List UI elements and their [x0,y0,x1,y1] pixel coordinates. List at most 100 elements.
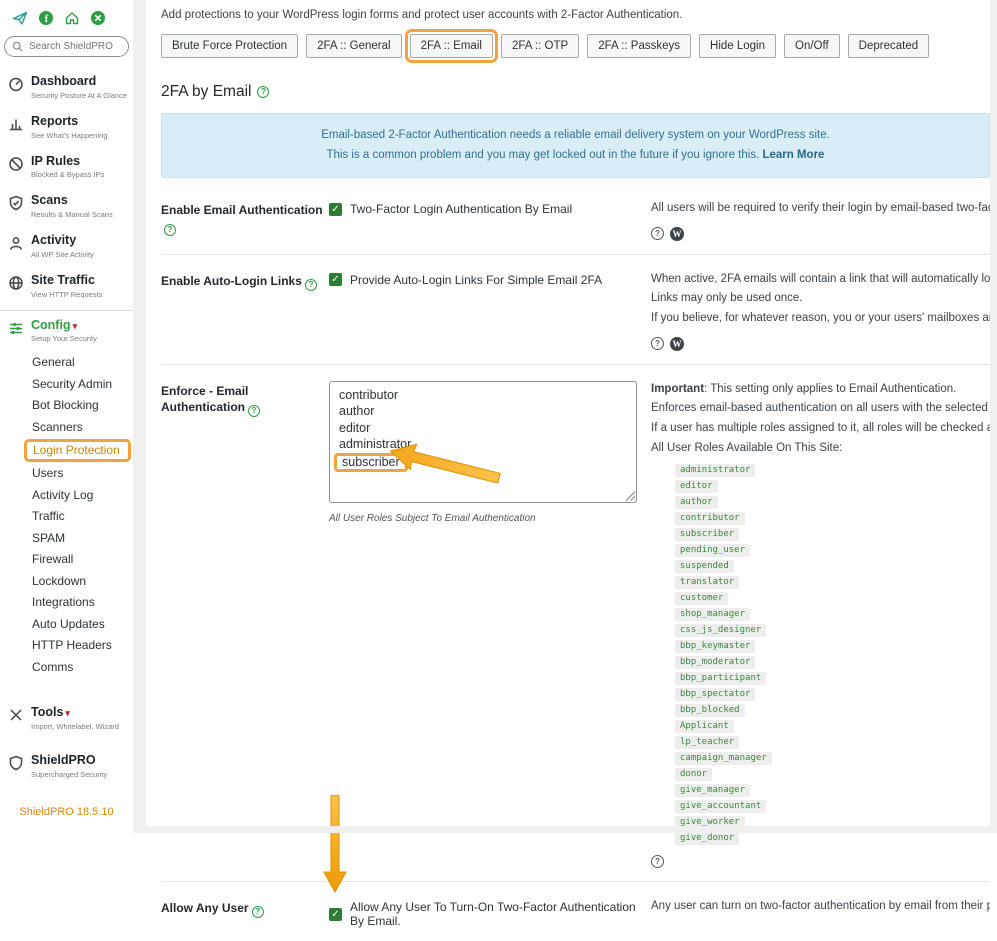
tab[interactable]: 2FA :: Passkeys [587,34,692,58]
question-icon[interactable]: ? [651,855,664,869]
config-submenu: General Security Admin Bot Blocking Scanner… [0,350,133,686]
select-option[interactable]: author [339,403,627,420]
role-badge-row: give_accountant [675,799,990,814]
config-submenu-item[interactable]: Login Protection [24,439,131,463]
tab[interactable]: On/Off [784,34,840,58]
facebook-icon[interactable]: f [38,10,54,26]
tab[interactable]: Brute Force Protection [161,34,299,58]
role-badge: contributor [675,511,745,526]
role-badge: bbp_blocked [675,703,745,718]
role-badge: bbp_keymaster [675,639,756,654]
sidebar-item-tools[interactable]: Tools ▾ Import, Whitelabel, Wizard [0,698,133,738]
sidebar-item-dashboard[interactable]: Dashboard Security Posture At A Glance [0,67,133,107]
config-submenu-item[interactable]: Security Admin [32,374,133,396]
checkbox-allow-any[interactable]: ✓ [329,907,342,921]
globe-icon [8,275,24,291]
tab[interactable]: Hide Login [699,34,776,58]
question-icon[interactable]: ? [651,227,664,241]
sidebar-item-site-traffic[interactable]: Site Traffic View HTTP Requests [0,266,133,306]
help-icon[interactable]: ? [304,278,317,291]
config-submenu-item[interactable]: Bot Blocking [32,395,133,417]
ban-icon [8,156,24,172]
version-link[interactable]: ShieldPRO 18.5.10 [0,806,133,818]
role-badge-row: give_manager [675,783,990,798]
search-input[interactable] [27,40,121,53]
config-submenu-item[interactable]: Traffic [32,506,133,528]
select-option[interactable]: editor [339,420,627,437]
role-badge: editor [675,479,718,494]
send-icon[interactable] [12,10,28,26]
role-badge: administrator [675,463,756,478]
caret-down-icon: ▾ [72,320,78,331]
sidebar-item-subtitle: See What's Happening [31,130,108,140]
sidebar-item-scans[interactable]: Scans Results & Manual Scans [0,186,133,226]
tab[interactable]: Deprecated [847,34,930,58]
role-badge: suspended [675,559,734,574]
page-title: 2FA by Email ? [161,83,990,101]
config-submenu-item[interactable]: HTTP Headers [32,635,133,657]
sidebar-item-shieldpro[interactable]: ShieldPRO Supercharged Security [0,746,133,786]
tab[interactable]: 2FA :: Email [404,29,498,63]
info-banner: Email-based 2-Factor Authentication need… [161,113,990,179]
role-badge-row: suspended [675,559,990,574]
help-icon[interactable]: ? [248,404,260,417]
help-text: All User Roles Available On This Site: [651,441,843,454]
wordpress-icon[interactable]: W [670,226,684,241]
tab[interactable]: 2FA :: General [306,34,402,58]
user-icon [8,235,24,251]
sidebar-item-config[interactable]: Config ▾ Setup Your Security [0,309,133,351]
config-submenu-item[interactable]: Integrations [32,592,133,614]
config-submenu-item[interactable]: Users [32,463,133,485]
learn-more-link[interactable]: Learn More [762,149,824,161]
sidebar: f Dashboard Security Posture At A Glance… [0,0,133,833]
role-badge: author [675,495,718,510]
chart-icon [8,116,24,132]
help-icon[interactable]: ? [164,224,176,237]
sidebar-top-icons: f [0,6,133,34]
help-text: Links may only be used once. [651,292,803,305]
select-option-label: editor [339,420,371,435]
role-badge: translator [675,575,740,590]
config-submenu-item[interactable]: Firewall [32,549,133,571]
setting-row-allow-any: Allow Any User? ✓ Allow Any User To Turn… [161,795,990,941]
sidebar-item-subtitle: Supercharged Security [31,769,108,779]
select-option[interactable]: subscriber [334,452,627,472]
role-badge-row: subscriber [675,527,990,542]
resize-grip[interactable] [624,489,635,501]
roles-multiselect[interactable]: contributor author editor administrator subs… [329,380,637,503]
role-badge: give_manager [675,783,751,798]
checkbox-auto-login[interactable]: ✓ [329,273,342,287]
banner-line1: Email-based 2-Factor Authentication need… [321,129,830,141]
sidebar-item-reports[interactable]: Reports See What's Happening [0,107,133,147]
role-badge: lp_teacher [675,735,740,750]
select-option-label: contributor [339,387,399,402]
role-badge: bbp_participant [675,671,767,686]
config-submenu-item[interactable]: Activity Log [32,485,133,507]
tab[interactable]: 2FA :: OTP [500,34,580,58]
sidebar-item-subtitle: Results & Manual Scans [31,210,113,219]
select-option[interactable]: administrator [339,436,627,453]
config-submenu-item[interactable]: SPAM [32,528,133,550]
main-content: Add protections to your WordPress login … [146,0,990,928]
sidebar-item-ip-rules[interactable]: IP Rules Blocked & Bypass IPs [0,147,133,187]
role-badge: give_donor [675,831,740,846]
role-badge-row: bbp_moderator [675,655,990,670]
dismiss-icon[interactable] [90,10,106,26]
gauge-icon [8,76,24,92]
home-icon[interactable] [64,10,80,26]
select-caption: All User Roles Subject To Email Authenti… [329,512,536,524]
sidebar-item-activity[interactable]: Activity All WP Site Activity [0,226,133,266]
config-submenu-item[interactable]: Lockdown [32,571,133,593]
select-option-label: author [339,404,375,419]
config-submenu-item[interactable]: General [32,352,133,374]
config-submenu-item[interactable]: Scanners [32,417,133,439]
help-icon[interactable]: ? [257,86,270,98]
help-icon[interactable]: ? [251,906,264,919]
role-badge-row: bbp_spectator [675,687,990,702]
question-icon[interactable]: ? [651,337,664,351]
config-submenu-item[interactable]: Comms [32,657,133,679]
checkbox-enable-email[interactable]: ✓ [329,202,342,216]
wordpress-icon[interactable]: W [670,336,684,351]
config-submenu-item[interactable]: Auto Updates [32,614,133,636]
select-option[interactable]: contributor [339,387,627,404]
